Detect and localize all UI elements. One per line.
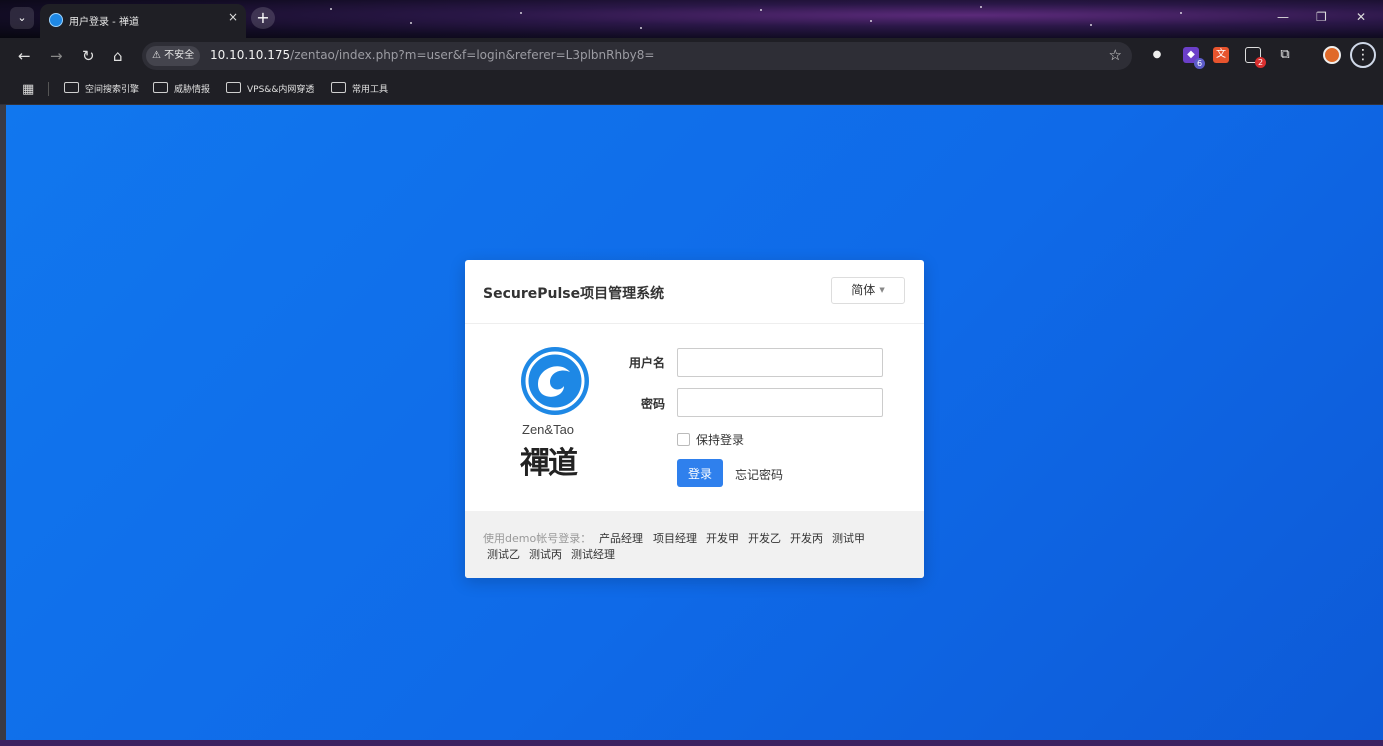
url-host: 10.10.10.175 — [210, 48, 291, 62]
demo-accounts-footer: 使用demo帐号登录： 产品经理 项目经理 开发甲 开发乙 开发丙 测试甲 测试… — [465, 511, 924, 578]
bookmarks-bar: ▦ 空间搜索引擎 威胁情报 VPS&&内网穿透 常用工具 — [0, 74, 1383, 105]
password-label: 密码 — [640, 397, 665, 411]
demo-prefix: 使用demo帐号登录： — [483, 532, 592, 545]
checkbox-icon — [677, 433, 690, 446]
folder-icon — [331, 82, 346, 93]
demo-account-link[interactable]: 开发乙 — [748, 530, 781, 546]
caret-down-icon: ▼ — [879, 286, 885, 294]
forward-icon[interactable]: → — [50, 47, 63, 65]
demo-account-link[interactable]: 测试乙 — [487, 546, 520, 562]
browser-menu-icon[interactable]: ⋮ — [1350, 42, 1376, 68]
forgot-password-link[interactable]: 忘记密码 — [735, 466, 783, 483]
browser-toolbar: ← → ↻ ⌂ ⚠ 不安全 10.10.10.175/zentao/index.… — [0, 38, 1383, 74]
new-tab-button[interactable]: + — [251, 7, 275, 29]
bookmarks-divider — [48, 82, 49, 96]
bookmark-label: VPS&&内网穿透 — [247, 85, 315, 95]
url-text[interactable]: 10.10.10.175/zentao/index.php?m=user&f=l… — [210, 48, 654, 62]
login-panel: SecurePulse项目管理系统 简体 ▼ Zen&Tao 禪道 用户名 密码 … — [465, 260, 924, 578]
address-bar[interactable]: ⚠ 不安全 10.10.10.175/zentao/index.php?m=us… — [142, 42, 1132, 70]
system-title: SecurePulse项目管理系统 — [483, 286, 665, 302]
keep-login-label: 保持登录 — [696, 433, 745, 447]
demo-account-link[interactable]: 项目经理 — [653, 530, 697, 546]
bookmark-star-icon[interactable]: ☆ — [1109, 46, 1122, 64]
tab-search-button[interactable]: ⌄ — [10, 7, 34, 29]
purple-ext-badge: 6 — [1194, 58, 1205, 69]
bookmark-folder[interactable]: VPS&&内网穿透 — [226, 82, 314, 95]
username-label: 用户名 — [628, 356, 665, 370]
active-tab[interactable]: 用户登录 - 禅道 × — [40, 4, 246, 38]
taskbar-edge — [0, 740, 1383, 746]
tab-close-icon[interactable]: × — [228, 10, 238, 24]
bookmark-folder[interactable]: 空间搜索引擎 — [64, 82, 139, 95]
language-label: 简体 — [851, 283, 876, 297]
browser-tab-strip: ⌄ 用户登录 - 禅道 × + — ❐ ✕ — [0, 0, 1383, 38]
screen-ext-icon[interactable]: 2 — [1245, 47, 1266, 68]
language-select[interactable]: 简体 ▼ — [831, 277, 905, 304]
bookmark-label: 空间搜索引擎 — [85, 85, 140, 95]
folder-icon — [153, 82, 168, 93]
extensions-icon[interactable]: ⧉ — [1277, 47, 1293, 63]
url-path: /zentao/index.php?m=user&f=login&referer… — [290, 48, 655, 62]
not-secure-badge[interactable]: ⚠ 不安全 — [146, 46, 201, 66]
bookmark-folder[interactable]: 常用工具 — [331, 82, 388, 95]
username-input[interactable] — [677, 348, 883, 377]
purple-ext-icon[interactable]: ◆ 6 — [1183, 47, 1205, 69]
profile-avatar[interactable] — [1323, 46, 1341, 64]
demo-account-link[interactable]: 测试丙 — [529, 546, 562, 562]
window-close-icon[interactable]: ✕ — [1356, 10, 1366, 24]
puzzle-ext-icon[interactable]: ● — [1149, 47, 1165, 63]
login-button[interactable]: 登录 — [677, 459, 723, 487]
folder-icon — [226, 82, 241, 93]
bookmark-folder[interactable]: 威胁情报 — [153, 82, 210, 95]
translate-ext-icon[interactable]: 文 — [1213, 47, 1229, 63]
zentao-favicon-icon — [49, 13, 63, 27]
demo-account-link[interactable]: 测试经理 — [571, 546, 615, 562]
demo-account-link[interactable]: 开发丙 — [790, 530, 823, 546]
logo-text-en: Zen&Tao — [522, 422, 575, 437]
home-icon[interactable]: ⌂ — [113, 47, 123, 65]
demo-account-link[interactable]: 开发甲 — [706, 530, 739, 546]
restore-icon[interactable]: ❐ — [1316, 10, 1327, 24]
folder-icon — [64, 82, 79, 93]
demo-account-link[interactable]: 测试甲 — [832, 530, 865, 546]
demo-account-link[interactable]: 产品经理 — [599, 530, 643, 546]
bookmark-label: 威胁情报 — [174, 85, 211, 95]
login-panel-header: SecurePulse项目管理系统 简体 ▼ — [465, 260, 924, 324]
zentao-swirl-icon — [521, 347, 589, 415]
apps-grid-icon[interactable]: ▦ — [22, 82, 34, 97]
logo-text-cn: 禪道 — [520, 446, 578, 481]
minimize-icon[interactable]: — — [1277, 10, 1289, 24]
screen-ext-badge: 2 — [1255, 57, 1266, 68]
back-icon[interactable]: ← — [18, 47, 31, 65]
bookmark-label: 常用工具 — [352, 85, 389, 95]
keep-login-checkbox[interactable]: 保持登录 — [677, 431, 744, 448]
reload-icon[interactable]: ↻ — [82, 47, 95, 65]
zentao-logo: Zen&Tao 禪道 — [520, 346, 600, 481]
tab-title: 用户登录 - 禅道 — [69, 17, 139, 28]
password-input[interactable] — [677, 388, 883, 417]
